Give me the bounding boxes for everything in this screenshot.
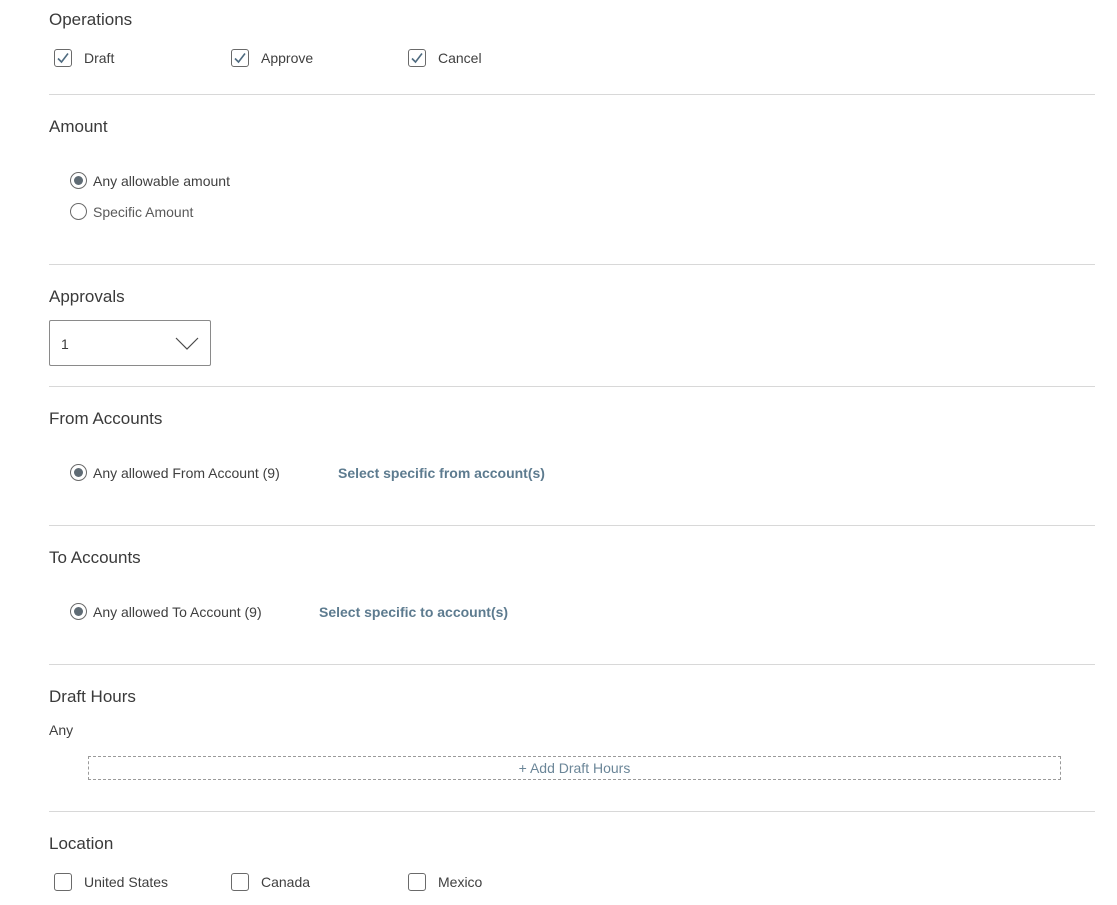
- to-accounts-title: To Accounts: [49, 548, 141, 567]
- radio-any-to-account[interactable]: Any allowed To Account (9): [70, 603, 262, 620]
- checkbox-label: United States: [84, 874, 169, 890]
- divider: [49, 525, 1095, 526]
- checkbox-label: Mexico: [438, 874, 483, 890]
- checkbox-box[interactable]: [231, 49, 249, 67]
- radio-label: Specific Amount: [93, 203, 194, 220]
- from-accounts-title: From Accounts: [49, 409, 163, 428]
- approvals-title: Approvals: [49, 287, 125, 306]
- checkbox-approve[interactable]: Approve: [231, 49, 313, 67]
- approvals-select[interactable]: 1: [49, 320, 211, 366]
- add-draft-hours-button[interactable]: + Add Draft Hours: [88, 756, 1061, 780]
- checkbox-label: Draft: [84, 50, 115, 66]
- checkbox-label: Approve: [261, 50, 314, 66]
- radio-label: Any allowed From Account (9): [93, 464, 280, 481]
- checkbox-box[interactable]: [231, 873, 249, 891]
- location-title: Location: [49, 834, 114, 853]
- radio-specific-amount[interactable]: Specific Amount: [70, 203, 193, 220]
- checkbox-label: Canada: [261, 874, 311, 890]
- checkmark-icon: [234, 53, 246, 64]
- checkbox-united-states[interactable]: United States: [54, 873, 168, 891]
- radio-label: Any allowable amount: [93, 172, 230, 189]
- divider: [49, 811, 1095, 812]
- radio-dot[interactable]: [70, 203, 87, 220]
- checkbox-box[interactable]: [408, 49, 426, 67]
- radio-any-allowable-amount[interactable]: Any allowable amount: [70, 172, 230, 189]
- chevron-down-icon: [175, 337, 199, 350]
- radio-dot[interactable]: [70, 172, 87, 189]
- checkbox-label: Cancel: [438, 50, 482, 66]
- approvals-select-value: 1: [61, 336, 69, 352]
- radio-dot[interactable]: [70, 464, 87, 481]
- checkbox-box[interactable]: [408, 873, 426, 891]
- checkbox-box[interactable]: [54, 49, 72, 67]
- checkmark-icon: [57, 53, 69, 64]
- select-specific-to-accounts-link[interactable]: Select specific to account(s): [319, 604, 508, 620]
- radio-label: Any allowed To Account (9): [93, 603, 262, 620]
- divider: [49, 664, 1095, 665]
- checkbox-box[interactable]: [54, 873, 72, 891]
- radio-any-from-account[interactable]: Any allowed From Account (9): [70, 464, 280, 481]
- draft-hours-value: Any: [49, 722, 74, 738]
- checkbox-mexico[interactable]: Mexico: [408, 873, 482, 891]
- checkbox-cancel[interactable]: Cancel: [408, 49, 482, 67]
- divider: [49, 94, 1095, 95]
- checkbox-draft[interactable]: Draft: [54, 49, 114, 67]
- draft-hours-title: Draft Hours: [49, 687, 136, 706]
- operations-title: Operations: [49, 10, 133, 29]
- radio-dot[interactable]: [70, 603, 87, 620]
- amount-title: Amount: [49, 117, 108, 136]
- checkbox-canada[interactable]: Canada: [231, 873, 310, 891]
- select-specific-from-accounts-link[interactable]: Select specific from account(s): [338, 465, 545, 481]
- divider: [49, 264, 1095, 265]
- checkmark-icon: [411, 53, 423, 64]
- divider: [49, 386, 1095, 387]
